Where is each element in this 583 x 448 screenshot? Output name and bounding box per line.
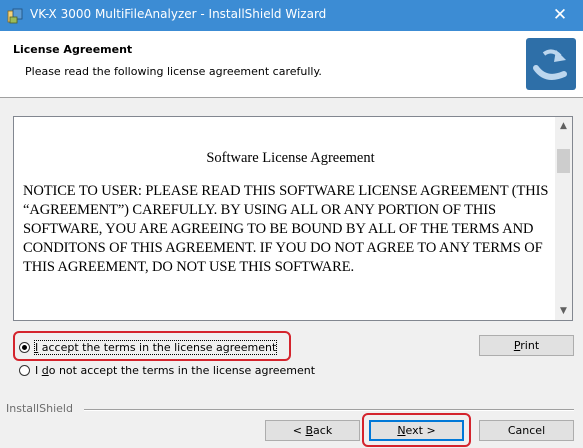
license-content: Software License Agreement NOTICE TO USE… (14, 117, 555, 320)
decline-label-key: d (41, 363, 49, 377)
scroll-up-icon[interactable]: ▲ (555, 117, 572, 134)
next-button[interactable]: Next > (369, 420, 464, 441)
title-bar[interactable]: VK-X 3000 MultiFileAnalyzer - InstallShi… (0, 0, 583, 31)
next-label-key: N (397, 424, 406, 437)
close-icon[interactable]: ✕ (537, 0, 583, 31)
installshield-group-label: InstallShield (6, 402, 73, 415)
installshield-logo-icon (526, 38, 576, 90)
back-label-key: B (305, 424, 314, 437)
print-label-rest: rint (520, 339, 540, 352)
window-title: VK-X 3000 MultiFileAnalyzer - InstallShi… (30, 7, 327, 21)
decline-label-rest: o not accept the terms in the license ag… (48, 363, 316, 377)
decline-label-prefix: I (35, 363, 42, 377)
print-button[interactable]: Print (479, 335, 574, 356)
accept-radio-button[interactable] (19, 341, 30, 353)
decline-terms-radio[interactable]: I do not accept the terms in the license… (19, 362, 315, 378)
decline-radio-button[interactable] (19, 364, 30, 376)
vertical-scrollbar[interactable]: ▲ ▼ (555, 117, 572, 320)
page-title: License Agreement (13, 43, 133, 56)
license-body: NOTICE TO USER: PLEASE READ THIS SOFTWAR… (23, 183, 549, 275)
cancel-button[interactable]: Cancel (479, 420, 574, 441)
license-title: Software License Agreement (206, 150, 375, 166)
scroll-down-icon[interactable]: ▼ (555, 303, 572, 320)
license-text-area[interactable]: Software License Agreement NOTICE TO USE… (13, 116, 573, 321)
next-label-rest: ext > (405, 424, 436, 437)
back-label-prefix: < (292, 424, 306, 437)
installer-icon (7, 8, 23, 24)
scroll-thumb[interactable] (557, 149, 570, 173)
accept-label-rest: accept the terms in the license agreemen… (38, 340, 277, 354)
back-button[interactable]: < Back (265, 420, 360, 441)
group-divider (84, 409, 574, 411)
back-label-rest: ack (313, 424, 333, 437)
page-subtitle: Please read the following license agreem… (25, 65, 322, 78)
header-banner: License Agreement Please read the follow… (0, 31, 583, 98)
accept-terms-radio[interactable]: I accept the terms in the license agreem… (19, 339, 278, 355)
accept-radio-label[interactable]: I accept the terms in the license agreem… (33, 339, 278, 355)
installer-window: VK-X 3000 MultiFileAnalyzer - InstallShi… (0, 0, 583, 448)
decline-radio-label[interactable]: I do not accept the terms in the license… (35, 364, 315, 377)
